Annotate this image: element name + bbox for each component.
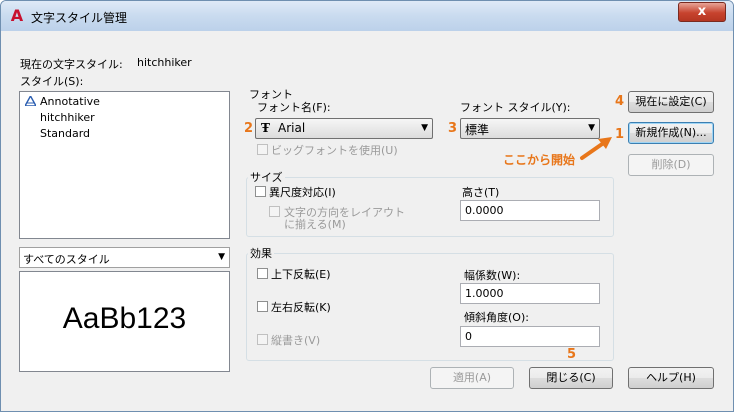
apply-button[interactable]: 適用(A): [430, 367, 514, 389]
backwards-checkbox[interactable]: [257, 301, 268, 312]
new-style-button[interactable]: 新規作成(N)...: [628, 122, 714, 144]
close-window-button[interactable]: x: [678, 2, 726, 22]
delete-button[interactable]: 削除(D): [628, 154, 714, 176]
width-factor-input[interactable]: 1.0000: [460, 283, 600, 304]
use-bigfont-checkbox[interactable]: [257, 144, 268, 155]
use-bigfont-label: ビッグフォントを使用(U): [271, 144, 398, 157]
chevron-down-icon: ▼: [218, 252, 225, 262]
chevron-down-icon: ▼: [421, 123, 428, 133]
oblique-angle-label: 傾斜角度(O):: [464, 311, 529, 324]
style-filter-value: すべてのスタイル: [23, 253, 110, 266]
start-here-hint: ここから開始: [503, 153, 576, 167]
upside-down-label: 上下反転(E): [271, 268, 331, 281]
text-style-dialog: A 文字スタイル管理 x 現在の文字スタイル: hitchhiker スタイル(…: [0, 0, 734, 412]
chevron-down-icon: ▼: [588, 123, 595, 133]
preview-sample-text: AaBb123: [62, 302, 187, 335]
truetype-font-icon: Ŧ: [261, 121, 270, 135]
title-bar: A 文字スタイル管理 x: [1, 1, 733, 31]
font-name-value: Arial: [278, 121, 306, 135]
step-marker-3: 3: [448, 121, 458, 136]
styles-label: スタイル(S):: [20, 75, 84, 88]
font-style-value: 標準: [465, 123, 490, 137]
width-factor-label: 幅係数(W):: [464, 269, 521, 282]
current-style-label: 現在の文字スタイル:: [20, 58, 123, 71]
window-title: 文字スタイル管理: [31, 11, 128, 25]
size-group-title: サイズ: [248, 169, 285, 185]
backwards-label: 左右反転(K): [271, 301, 331, 314]
step-marker-5: 5: [567, 347, 577, 362]
height-input[interactable]: 0.0000: [460, 200, 600, 221]
vertical-checkbox[interactable]: [257, 334, 268, 345]
list-item[interactable]: Annotative: [23, 94, 100, 108]
style-preview: AaBb123: [19, 271, 230, 372]
annotative-checkbox[interactable]: [255, 186, 266, 197]
effects-group-title: 効果: [248, 245, 274, 261]
annotative-scale-icon: [23, 94, 38, 107]
list-item-label: Standard: [40, 127, 91, 140]
list-item-label: Annotative: [40, 95, 100, 108]
list-item[interactable]: hitchhiker: [40, 111, 95, 124]
match-orientation-checkbox[interactable]: [269, 206, 280, 217]
list-item[interactable]: Standard: [40, 127, 90, 140]
annotative-label: 異尺度対応(I): [269, 186, 336, 199]
current-style-value: hitchhiker: [137, 56, 192, 69]
step-marker-1: 1: [615, 127, 625, 142]
close-icon: x: [697, 4, 707, 19]
list-item-label: hitchhiker: [40, 111, 95, 124]
step-marker-2: 2: [244, 121, 254, 136]
set-current-button[interactable]: 現在に設定(C): [628, 91, 714, 113]
autocad-logo-icon: A: [10, 6, 24, 25]
font-name-dropdown[interactable]: Ŧ Arial ▼: [255, 118, 433, 139]
style-filter-dropdown[interactable]: すべてのスタイル ▼: [19, 247, 230, 268]
close-button[interactable]: 閉じる(C): [529, 367, 613, 389]
styles-list[interactable]: Annotative hitchhiker Standard: [19, 91, 230, 239]
step-marker-4: 4: [615, 94, 625, 109]
upside-down-checkbox[interactable]: [257, 268, 268, 279]
font-style-label: フォント スタイル(Y):: [460, 101, 571, 114]
height-label: 高さ(T): [462, 186, 500, 199]
vertical-label: 縦書き(V): [271, 334, 321, 347]
match-orientation-label-line2: に揃える(M): [284, 218, 346, 231]
pointer-arrow-icon: [580, 137, 612, 160]
help-button[interactable]: ヘルプ(H): [628, 367, 714, 389]
font-name-label: フォント名(F):: [257, 101, 331, 114]
oblique-angle-input[interactable]: 0: [460, 326, 600, 347]
